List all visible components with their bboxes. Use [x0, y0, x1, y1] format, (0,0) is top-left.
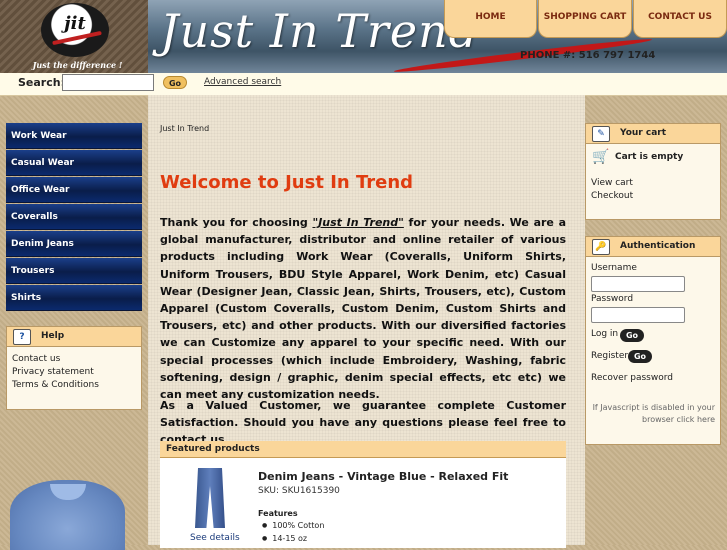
- username-label: Username: [591, 263, 637, 273]
- cart-note-icon: ✎: [592, 126, 610, 142]
- intro-lead: Thank you for choosing: [160, 216, 313, 229]
- cart-box: ✎ Your cart 🛒 Cart is empty View cart Ch…: [585, 123, 721, 220]
- login-label: Log in: [591, 329, 619, 339]
- auth-box-header: 🔑 Authentication: [586, 237, 720, 257]
- breadcrumb: Just In Trend: [160, 124, 210, 133]
- page-title: Welcome to Just In Trend: [160, 172, 414, 193]
- cart-status: Cart is empty: [615, 152, 684, 162]
- see-details-link[interactable]: See details: [190, 533, 240, 543]
- view-cart-link[interactable]: View cart: [591, 178, 633, 188]
- nav-shopping-cart-button[interactable]: SHOPPING CART: [538, 0, 632, 38]
- search-go-button[interactable]: Go: [163, 76, 187, 89]
- auth-title: Authentication: [620, 241, 696, 251]
- help-title: Help: [41, 331, 65, 341]
- checkout-link[interactable]: Checkout: [591, 191, 633, 201]
- category-trousers[interactable]: Trousers: [6, 258, 142, 284]
- help-link-privacy[interactable]: Privacy statement: [12, 367, 94, 377]
- login-go-button[interactable]: Go: [620, 329, 644, 342]
- intro-paragraph: Thank you for choosing "Just In Trend" f…: [160, 214, 566, 403]
- register-label: Register: [591, 351, 629, 361]
- username-input[interactable]: [591, 276, 685, 292]
- phone-number: PHONE #: 516 797 1744: [520, 50, 656, 61]
- register-go-button[interactable]: Go: [628, 350, 652, 363]
- category-office-wear[interactable]: Office Wear: [6, 177, 142, 203]
- category-shirts[interactable]: Shirts: [6, 285, 142, 311]
- advanced-search-link[interactable]: Advanced search: [204, 77, 281, 87]
- help-box: ? Help Contact us Privacy statement Term…: [6, 326, 142, 410]
- help-link-contact-us[interactable]: Contact us: [12, 354, 60, 364]
- nav-contact-us-button[interactable]: CONTACT US: [633, 0, 727, 38]
- category-casual-wear[interactable]: Casual Wear: [6, 150, 142, 176]
- category-work-wear[interactable]: Work Wear: [6, 123, 142, 149]
- nav-home-button[interactable]: HOME: [444, 0, 537, 38]
- search-input[interactable]: [62, 74, 154, 91]
- cart-box-header: ✎ Your cart: [586, 124, 720, 144]
- product-name[interactable]: Denim Jeans - Vintage Blue - Relaxed Fit: [258, 470, 508, 483]
- featured-products-header: Featured products: [160, 441, 566, 458]
- logo-tagline: Just the difference !: [32, 60, 123, 70]
- product-feature-item: 14-15 oz: [262, 534, 307, 543]
- help-icon: ?: [13, 329, 31, 345]
- recover-password-link[interactable]: Recover password: [591, 373, 673, 383]
- intro-brand: "Just In Trend": [312, 216, 404, 229]
- password-input[interactable]: [591, 307, 685, 323]
- javascript-disabled-note[interactable]: If Javascript is disabled in your browse…: [591, 402, 715, 426]
- search-label: Search:: [18, 76, 65, 89]
- category-denim-jeans[interactable]: Denim Jeans: [6, 231, 142, 257]
- category-coveralls[interactable]: Coveralls: [6, 204, 142, 230]
- cart-title: Your cart: [620, 128, 667, 138]
- key-icon: 🔑: [592, 239, 610, 255]
- shopping-cart-icon: 🛒: [592, 149, 610, 165]
- product-features-label: Features: [258, 509, 298, 518]
- help-link-terms[interactable]: Terms & Conditions: [12, 380, 99, 390]
- product-sku: SKU: SKU1615390: [258, 486, 340, 496]
- password-label: Password: [591, 294, 634, 304]
- banner-title: Just In Trend: [160, 4, 480, 58]
- help-box-header: ? Help: [7, 327, 141, 347]
- product-feature-item: 100% Cotton: [262, 521, 324, 530]
- intro-rest: for your needs. We are a global manufact…: [160, 216, 566, 402]
